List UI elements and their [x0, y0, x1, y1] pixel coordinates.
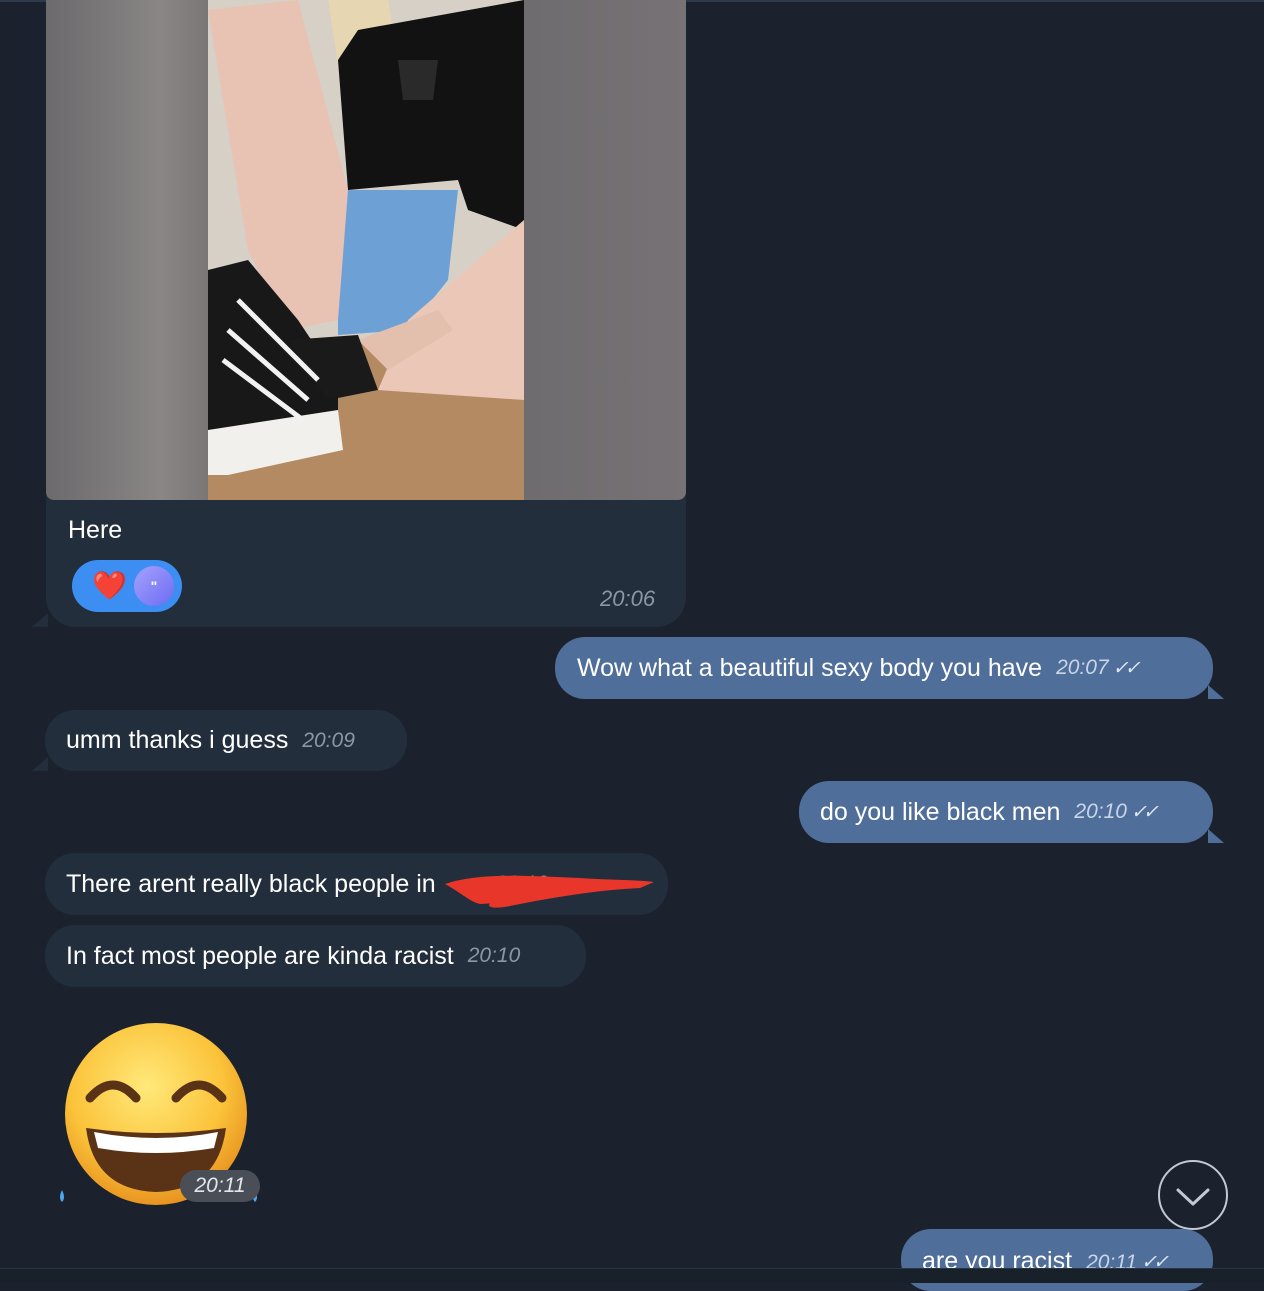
message-text: There arent really black people in	[66, 869, 436, 898]
bubble-tail	[1208, 829, 1224, 843]
bubble-tail	[32, 757, 48, 771]
emoji-message[interactable]: 20:11	[58, 1020, 268, 1210]
message-text: In fact most people are kinda racist	[66, 941, 454, 970]
incoming-message[interactable]: In fact most people are kinda racist 20:…	[45, 925, 586, 987]
photo-content	[208, 0, 524, 500]
bottom-divider	[0, 1268, 1264, 1283]
outgoing-message[interactable]: Wow what a beautiful sexy body you have …	[555, 637, 1213, 699]
reaction-button[interactable]: ❤️ "	[72, 560, 182, 612]
message-time: 20:06	[600, 586, 656, 611]
reactor-avatar: "	[134, 566, 174, 606]
double-check-icon: ✓✓	[1130, 801, 1159, 823]
bubble-tail	[1208, 685, 1224, 699]
photo-message[interactable]: Here ❤️ " 20:06	[46, 0, 686, 627]
redaction-scribble	[445, 875, 654, 908]
message-text: Wow what a beautiful sexy body you have	[577, 653, 1043, 682]
scroll-to-bottom-button[interactable]	[1158, 1160, 1228, 1230]
message-time: 20:09	[302, 728, 355, 752]
double-check-icon: ✓✓	[1112, 657, 1141, 679]
bubble-tail	[32, 613, 48, 627]
caption-text: Here	[68, 516, 123, 544]
chevron-down-icon	[1176, 1188, 1210, 1206]
message-text: do you like black men	[820, 797, 1061, 826]
message-text: umm thanks i guess	[66, 726, 289, 754]
message-time: 20:10	[467, 944, 521, 967]
message-time: 20:10	[1074, 800, 1127, 823]
heart-icon: ❤️	[92, 570, 127, 601]
outgoing-message[interactable]: do you like black men 20:10 ✓✓	[799, 781, 1213, 843]
shared-photo[interactable]	[46, 0, 686, 500]
incoming-message[interactable]: umm thanks i guess 20:09	[45, 710, 407, 771]
message-time: 20:07	[1056, 656, 1109, 679]
message-time: 20:11	[180, 1170, 260, 1202]
